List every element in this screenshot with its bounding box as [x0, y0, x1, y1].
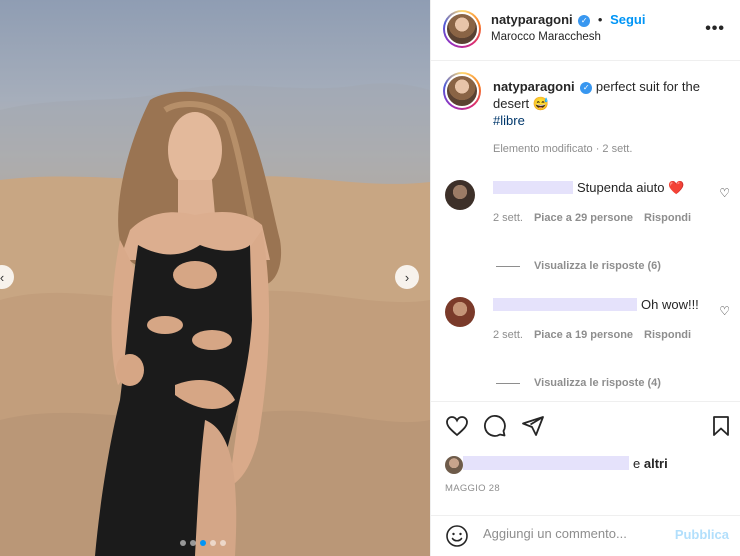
header-divider: [431, 60, 740, 61]
view-replies-button[interactable]: Visualizza le risposte (6): [496, 260, 661, 272]
carousel-next-button[interactable]: ›: [395, 265, 419, 289]
comment-time: 2 sett.: [493, 212, 523, 224]
verified-badge-icon: ✓: [580, 81, 593, 94]
carousel-indicator: [180, 540, 226, 546]
author-avatar[interactable]: [443, 10, 481, 48]
like-comment-heart-icon[interactable]: ♡: [719, 304, 730, 318]
carousel-dot: [210, 540, 216, 546]
caption-meta: Elemento modificato · 2 sett.: [493, 143, 633, 155]
comment-avatar[interactable]: [445, 297, 475, 327]
emoji-icon[interactable]: [445, 524, 469, 548]
chevron-left-icon: ‹: [0, 269, 5, 285]
likes-and: e: [633, 456, 641, 471]
comment-avatar[interactable]: [445, 180, 475, 210]
carousel-dot-active: [200, 540, 206, 546]
comment-meta: 2 sett. Piace a 29 persone Rispondi: [493, 212, 691, 224]
comment-time: 2 sett.: [493, 329, 523, 341]
post-actions: [445, 414, 735, 440]
post-photo[interactable]: ‹ ›: [0, 0, 430, 556]
view-replies-button[interactable]: Visualizza le risposte (4): [496, 377, 661, 389]
comment-text: Oh wow!!!: [641, 297, 699, 312]
share-paper-plane-icon[interactable]: [521, 414, 545, 438]
replies-line: [496, 265, 520, 267]
likes-summary: e altri: [445, 456, 725, 474]
comment-likes[interactable]: Piace a 19 persone: [534, 329, 633, 341]
verified-badge-icon: ✓: [578, 14, 591, 27]
redacted-username: [493, 298, 637, 311]
more-options-icon[interactable]: •••: [705, 20, 725, 38]
redacted-liker-name: [463, 456, 629, 470]
caption-avatar[interactable]: [443, 72, 481, 110]
comment-meta: 2 sett. Piace a 19 persone Rispondi: [493, 329, 691, 341]
post-location[interactable]: Marocco Maracchesh: [491, 31, 601, 43]
comment-input[interactable]: [483, 526, 663, 541]
caption-username[interactable]: natyparagoni: [493, 79, 575, 94]
post-details-panel: natyparagoni ✓ • Segui Marocco Maracches…: [430, 0, 740, 556]
carousel-dot: [190, 540, 196, 546]
publish-button[interactable]: Pubblica: [675, 527, 729, 542]
post-date: MAGGIO 28: [445, 483, 500, 494]
comment-likes[interactable]: Piace a 29 persone: [534, 212, 633, 224]
author-username[interactable]: natyparagoni: [491, 12, 573, 27]
header-separator: •: [597, 12, 603, 27]
likes-others-label[interactable]: altri: [644, 456, 668, 471]
photo-artwork: [0, 83, 430, 556]
post-header: natyparagoni ✓ • Segui: [491, 12, 645, 27]
reply-button[interactable]: Rispondi: [644, 329, 691, 341]
follow-button[interactable]: Segui: [610, 12, 645, 27]
like-heart-icon[interactable]: [445, 414, 469, 438]
post-caption: natyparagoni ✓ perfect suit for the dese…: [493, 78, 723, 129]
add-comment-bar: Pubblica: [431, 515, 740, 556]
caption-hashtag[interactable]: #libre: [493, 112, 723, 129]
view-replies-label: Visualizza le risposte (4): [534, 377, 661, 389]
carousel-dot: [180, 540, 186, 546]
like-comment-heart-icon[interactable]: ♡: [719, 186, 730, 200]
liker-avatar[interactable]: [445, 456, 463, 474]
view-replies-label: Visualizza le risposte (6): [534, 260, 661, 272]
comment-text: Stupenda aiuto ❤️: [577, 180, 685, 195]
comment-bubble-icon[interactable]: [483, 414, 507, 438]
replies-line: [496, 382, 520, 384]
reply-button[interactable]: Rispondi: [644, 212, 691, 224]
redacted-username: [493, 181, 573, 194]
chevron-right-icon: ›: [404, 269, 410, 285]
likes-others[interactable]: e altri: [633, 456, 668, 471]
carousel-dot: [220, 540, 226, 546]
save-bookmark-icon[interactable]: [709, 414, 733, 438]
comments-divider: [431, 401, 740, 402]
